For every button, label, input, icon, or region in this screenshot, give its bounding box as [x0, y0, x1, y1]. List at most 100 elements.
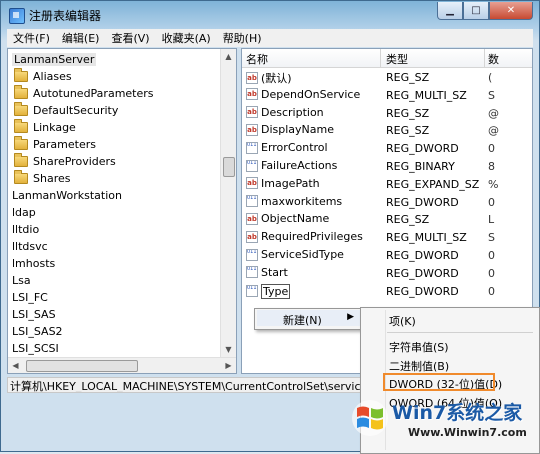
- minimize-button[interactable]: ▁: [437, 2, 463, 20]
- tree-item[interactable]: LanmanServer: [12, 51, 97, 68]
- tree-item-label: Aliases: [33, 70, 72, 83]
- value-data: S: [488, 231, 495, 245]
- value-name: Type: [261, 283, 291, 299]
- value-data: 0: [488, 142, 495, 156]
- tree-item[interactable]: ldap: [12, 204, 36, 221]
- value-name-cell: ab ObjectName: [246, 212, 329, 225]
- tree-hscroll-thumb[interactable]: [26, 360, 138, 372]
- menu-bar: 文件(F) 编辑(E) 查看(V) 收藏夹(A) 帮助(H): [7, 29, 533, 47]
- menu-view[interactable]: 查看(V): [105, 30, 155, 46]
- value-type: REG_SZ: [386, 213, 430, 227]
- scroll-right-arrow-icon[interactable]: ▶: [221, 358, 236, 373]
- value-data: 0: [488, 266, 495, 280]
- value-row[interactable]: ab DisplayName REG_SZ @: [244, 122, 532, 139]
- binary-value-icon: 011 110: [246, 285, 258, 298]
- column-separator[interactable]: [380, 49, 381, 67]
- value-data: @: [488, 124, 499, 138]
- tree-item[interactable]: lltdio: [12, 221, 39, 238]
- value-row[interactable]: ab Description REG_SZ @: [244, 105, 532, 122]
- value-name: ErrorControl: [261, 141, 328, 155]
- menu-help[interactable]: 帮助(H): [217, 30, 268, 46]
- value-name-cell: 011 110Type: [246, 283, 291, 299]
- scroll-left-arrow-icon[interactable]: ◀: [8, 358, 23, 373]
- column-separator[interactable]: [484, 49, 485, 67]
- value-data: S: [488, 88, 495, 102]
- value-type: REG_DWORD: [386, 249, 459, 262]
- value-row[interactable]: 011 110ErrorControl REG_DWORD 0: [244, 140, 532, 157]
- tree-item-label: lltdsvc: [12, 240, 48, 253]
- value-row[interactable]: ab (默认) REG_SZ (: [244, 69, 532, 86]
- value-name-cell: 011 110ErrorControl: [246, 141, 328, 154]
- tree-item[interactable]: Linkage: [14, 119, 76, 136]
- value-data: (: [488, 71, 493, 84]
- value-name: FailureActions: [261, 159, 338, 172]
- context-new-item[interactable]: 新建(N) ▶: [257, 310, 360, 327]
- submenu-binary-value[interactable]: 二进制值(B): [389, 358, 449, 374]
- tree-item[interactable]: LSI_SAS: [12, 306, 56, 323]
- tree-item[interactable]: AutotunedParameters: [14, 85, 154, 102]
- value-type: REG_EXPAND_SZ: [386, 177, 480, 191]
- tree-item[interactable]: LSI_SAS2: [12, 323, 63, 340]
- tree-item[interactable]: DefaultSecurity: [14, 102, 118, 119]
- title-bar[interactable]: 注册表编辑器 ▁ □ ✕: [1, 1, 539, 29]
- value-name: DependOnService: [261, 87, 361, 101]
- tree-item[interactable]: Parameters: [14, 136, 96, 153]
- tree-item-label: LSI_SAS2: [12, 325, 63, 338]
- window-controls: ▁ □ ✕: [437, 2, 533, 20]
- value-row[interactable]: 011 110Start REG_DWORD 0: [244, 265, 532, 282]
- value-row[interactable]: 011 110FailureActions REG_BINARY 8: [244, 158, 532, 175]
- submenu-string-value[interactable]: 字符串值(S): [389, 339, 449, 355]
- tree-item[interactable]: lltdsvc: [12, 238, 48, 255]
- column-type-header[interactable]: 类型: [386, 51, 408, 67]
- folder-icon: [14, 68, 28, 82]
- value-row[interactable]: 011 110maxworkitems REG_DWORD 0: [244, 194, 532, 211]
- close-button[interactable]: ✕: [489, 2, 533, 20]
- menu-file[interactable]: 文件(F): [7, 30, 56, 46]
- value-name: (默认): [261, 72, 292, 85]
- folder-icon: [14, 170, 28, 184]
- folder-icon: [14, 153, 28, 167]
- maximize-icon: □: [471, 5, 481, 16]
- menu-edit[interactable]: 编辑(E): [56, 30, 106, 46]
- tree-item-label: ldap: [12, 206, 36, 219]
- menu-favorites[interactable]: 收藏夹(A): [156, 30, 217, 46]
- value-row[interactable]: ab ObjectName REG_SZ L: [244, 211, 532, 228]
- column-name-header[interactable]: 名称: [246, 51, 268, 67]
- folder-icon: [14, 119, 28, 133]
- tree-item[interactable]: LanmanWorkstation: [12, 187, 122, 204]
- value-name-cell: ab (默认): [246, 70, 292, 86]
- value-row[interactable]: 011 110Type REG_DWORD 0: [244, 283, 532, 300]
- column-data-header[interactable]: 数: [488, 51, 499, 67]
- close-icon: ✕: [506, 5, 516, 16]
- binary-value-icon: 011 110: [246, 195, 258, 208]
- context-new-label: 新建(N): [283, 314, 322, 327]
- value-row[interactable]: ab DependOnService REG_MULTI_SZ S: [244, 87, 532, 104]
- tree-scroll-thumb[interactable]: [223, 157, 235, 177]
- tree-item[interactable]: Aliases: [14, 68, 72, 85]
- tree-item[interactable]: ShareProviders: [14, 153, 116, 170]
- submenu-key[interactable]: 项(K): [389, 313, 416, 329]
- value-data: @: [488, 106, 499, 120]
- tree-item[interactable]: LSI_SCSI: [12, 340, 59, 357]
- value-data: 0: [488, 195, 495, 209]
- tree-item[interactable]: LSI_FC: [12, 289, 48, 306]
- dword-highlight-box: [383, 373, 495, 391]
- tree-vertical-scrollbar[interactable]: ▲ ▼: [220, 49, 236, 357]
- value-type: REG_DWORD: [386, 142, 459, 156]
- value-row[interactable]: ab RequiredPrivileges REG_MULTI_SZ S: [244, 229, 532, 246]
- maximize-button[interactable]: □: [463, 2, 489, 20]
- string-value-icon: ab: [246, 72, 258, 84]
- scroll-up-arrow-icon[interactable]: ▲: [221, 49, 236, 64]
- key-tree-pane[interactable]: LanmanServer Aliases AutotunedParameters De…: [7, 48, 237, 374]
- tree-horizontal-scrollbar[interactable]: ◀ ▶: [8, 357, 236, 373]
- string-value-icon: ab: [246, 230, 258, 243]
- value-name: RequiredPrivileges: [261, 230, 363, 244]
- binary-value-icon: 011 110: [246, 266, 258, 279]
- tree-item[interactable]: Shares: [14, 170, 70, 187]
- tree-item[interactable]: lmhosts: [12, 255, 55, 272]
- value-row[interactable]: 011 110ServiceSidType REG_DWORD 0: [244, 247, 532, 264]
- value-row[interactable]: ab ImagePath REG_EXPAND_SZ%: [244, 176, 532, 193]
- tree-item[interactable]: Lsa: [12, 272, 31, 289]
- scroll-down-arrow-icon[interactable]: ▼: [221, 342, 236, 357]
- value-name: Description: [261, 105, 324, 119]
